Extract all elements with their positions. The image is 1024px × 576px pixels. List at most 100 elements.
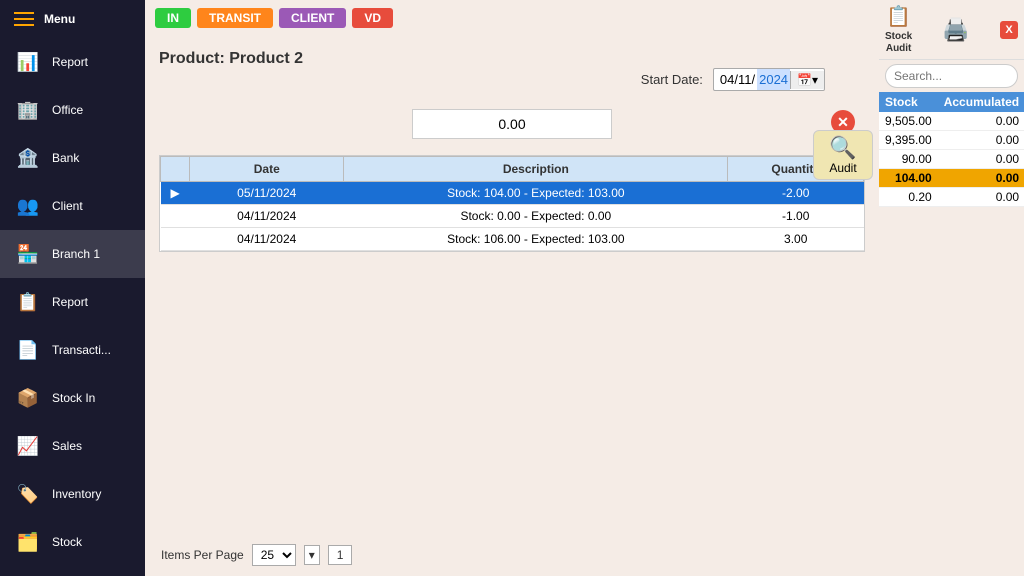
sidebar-item-branch1[interactable]: 🏪 Branch 1 (0, 230, 145, 278)
sidebar-item-label: Inventory (52, 487, 101, 501)
pagination-bar: Items Per Page 25 ▾ 1 (145, 544, 368, 566)
stock-icon: 🗂️ (14, 528, 42, 556)
badge-client[interactable]: CLIENT (279, 8, 346, 28)
quantity-cell: 3.00 (728, 228, 864, 251)
sidebar-item-transactions[interactable]: 📄 Transacti... (0, 326, 145, 374)
sidebar-item-label: Bank (52, 151, 79, 165)
table-row[interactable]: ▶05/11/2024Stock: 104.00 - Expected: 103… (161, 182, 864, 205)
report2-icon: 📋 (14, 288, 42, 316)
sidebar-item-report2[interactable]: 📋 Report (0, 278, 145, 326)
close-button[interactable]: X (1000, 21, 1018, 39)
stock-in-icon: 📦 (14, 384, 42, 412)
table-row[interactable]: 04/11/2024Stock: 0.00 - Expected: 0.00-1… (161, 205, 864, 228)
quantity-cell: -1.00 (728, 205, 864, 228)
row-arrow (161, 228, 190, 251)
sidebar-item-sales[interactable]: 📈 Sales (0, 422, 145, 470)
office-icon: 🏢 (14, 96, 42, 124)
row-arrow (161, 205, 190, 228)
sidebar-item-label: Stock (52, 535, 82, 549)
sidebar-item-label: Stock In (52, 391, 95, 405)
stock-audit-button[interactable]: 📋 StockAudit (885, 4, 912, 55)
row-arrow: ▶ (161, 182, 190, 205)
inventory-icon: 🏷️ (14, 480, 42, 508)
menu-button[interactable]: Menu (0, 0, 145, 38)
stock-value-cell: 0.20 (879, 188, 938, 207)
sidebar-item-label: Office (52, 103, 83, 117)
accumulated-col-header: Accumulated (938, 92, 1024, 112)
badge-vd[interactable]: VD (352, 8, 393, 28)
sidebar-item-label: Branch 1 (52, 247, 100, 261)
sidebar-item-inventory[interactable]: 🏷️ Inventory (0, 470, 145, 518)
accumulated-cell: 0.00 (938, 169, 1024, 188)
printer-button[interactable]: 🖨️ (942, 17, 969, 43)
sidebar-item-stock-in[interactable]: 📦 Stock In (0, 374, 145, 422)
branch-icon: 🏪 (14, 240, 42, 268)
sidebar-item-report[interactable]: 📊 Report (0, 38, 145, 86)
stock-audit-row[interactable]: 0.200.00 (879, 188, 1024, 207)
sidebar-item-client[interactable]: 👥 Client (0, 182, 145, 230)
data-table-container: Date Description Quantity ▶05/11/2024Sto… (159, 155, 865, 252)
stock-value-cell: 90.00 (879, 150, 938, 169)
bank-icon: 🏦 (14, 144, 42, 172)
accumulated-cell: 0.00 (938, 131, 1024, 150)
badge-in[interactable]: IN (155, 8, 191, 28)
description-cell: Stock: 106.00 - Expected: 103.00 (344, 228, 728, 251)
calendar-button[interactable]: 📅▾ (790, 71, 824, 89)
stock-audit-row[interactable]: 104.000.00 (879, 169, 1024, 188)
report-icon: 📊 (14, 48, 42, 76)
stock-audit-header: 📋 StockAudit 🖨️ X (879, 0, 1024, 60)
client-icon: 👥 (14, 192, 42, 220)
stock-audit-icon: 📋 (886, 4, 911, 29)
date-row: Start Date: 04/11/2024 📅▾ (159, 68, 865, 91)
sidebar-item-label: Report (52, 55, 88, 69)
stock-audit-panel: 📋 StockAudit 🖨️ X Stock Accumulated 9,50… (879, 0, 1024, 207)
description-cell: Stock: 0.00 - Expected: 0.00 (344, 205, 728, 228)
audit-button[interactable]: 🔍 Audit (813, 130, 873, 180)
arrow-col-header (161, 157, 190, 182)
badge-transit[interactable]: TRANSIT (197, 8, 273, 28)
stock-audit-row[interactable]: 9,505.000.00 (879, 112, 1024, 131)
stock-audit-row[interactable]: 90.000.00 (879, 150, 1024, 169)
audit-icon: 🔍 (829, 135, 856, 161)
data-table: Date Description Quantity ▶05/11/2024Sto… (160, 156, 864, 251)
per-page-dropdown[interactable]: ▾ (304, 545, 320, 565)
date-input-wrapper: 04/11/2024 📅▾ (713, 68, 825, 91)
accumulated-cell: 0.00 (938, 150, 1024, 169)
sales-icon: 📈 (14, 432, 42, 460)
accumulated-cell: 0.00 (938, 188, 1024, 207)
product-title: Product: Product 2 (159, 50, 303, 67)
description-cell: Stock: 104.00 - Expected: 103.00 (344, 182, 728, 205)
per-page-select[interactable]: 25 (252, 544, 296, 566)
sidebar-item-label: Client (52, 199, 83, 213)
stock-audit-row[interactable]: 9,395.000.00 (879, 131, 1024, 150)
items-per-page-label: Items Per Page (161, 548, 244, 562)
date-prefix: 04/11/ (714, 69, 757, 90)
audit-label: Audit (829, 161, 856, 175)
stock-value-cell: 9,395.00 (879, 131, 938, 150)
sidebar-item-label: Transacti... (52, 343, 111, 357)
sidebar: Menu 📊 Report 🏢 Office 🏦 Bank 👥 Client 🏪… (0, 0, 145, 576)
menu-label: Menu (44, 12, 75, 26)
sidebar-item-office[interactable]: 🏢 Office (0, 86, 145, 134)
stock-audit-table: Stock Accumulated 9,505.000.009,395.000.… (879, 92, 1024, 207)
description-col-header: Description (344, 157, 728, 182)
date-selected: 2024 (757, 69, 790, 90)
date-cell: 04/11/2024 (190, 205, 344, 228)
sidebar-item-stock[interactable]: 🗂️ Stock (0, 518, 145, 566)
stock-col-header: Stock (879, 92, 938, 112)
hamburger-icon (14, 12, 34, 26)
page-number-button[interactable]: 1 (328, 545, 353, 565)
main-content: Product: Product 2 Start Date: 04/11/202… (145, 36, 879, 576)
sidebar-item-bank[interactable]: 🏦 Bank (0, 134, 145, 182)
sidebar-item-label: Report (52, 295, 88, 309)
accumulated-cell: 0.00 (938, 112, 1024, 131)
table-row[interactable]: 04/11/2024Stock: 106.00 - Expected: 103.… (161, 228, 864, 251)
date-col-header: Date (190, 157, 344, 182)
start-date-label: Start Date: (641, 72, 703, 87)
sidebar-item-label: Sales (52, 439, 82, 453)
printer-icon: 🖨️ (942, 17, 969, 43)
stock-audit-label: StockAudit (885, 31, 912, 55)
stock-value-cell: 9,505.00 (879, 112, 938, 131)
date-cell: 04/11/2024 (190, 228, 344, 251)
search-input[interactable] (885, 64, 1018, 88)
